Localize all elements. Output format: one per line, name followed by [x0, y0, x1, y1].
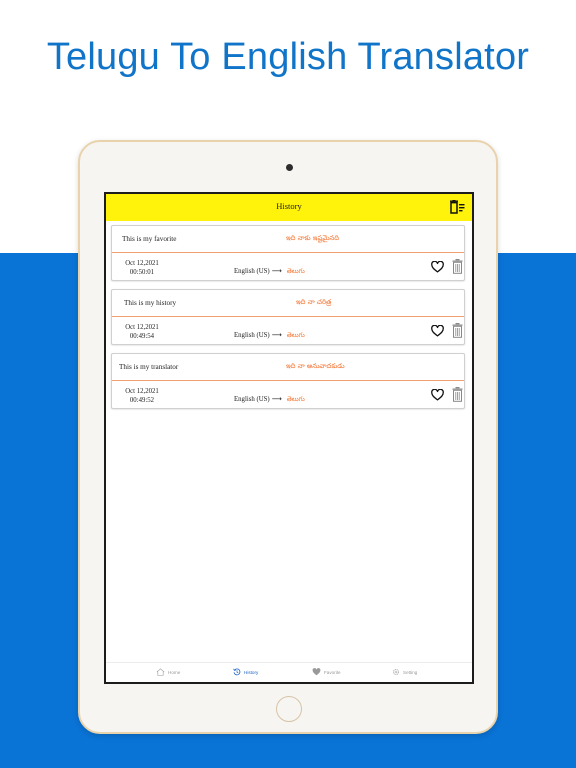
arrow-right-icon: ⟶	[271, 267, 282, 275]
nav-history-label: History	[244, 669, 259, 675]
language-pair: English (US) ⟶ తెలుగు	[234, 395, 305, 405]
camera-dot	[286, 164, 293, 171]
favorite-heart-icon[interactable]	[431, 325, 444, 337]
page-title: History	[276, 201, 302, 211]
translated-text: ఇది నాకు ఇష్టమైనది	[286, 234, 340, 242]
delete-icon[interactable]	[452, 259, 463, 274]
history-icon	[233, 668, 241, 676]
timestamp: Oct 12,2021 00:49:52	[120, 387, 164, 405]
card-header: This is my translator ఇది నా అనువాదకుడు	[112, 354, 464, 381]
gear-icon	[393, 669, 399, 675]
promo-headline: Telugu To English Translator	[46, 36, 530, 78]
source-language: English (US)	[234, 332, 270, 339]
history-card[interactable]: This is my translator ఇది నా అనువాదకుడు …	[111, 353, 465, 409]
source-text: This is my history	[124, 299, 177, 307]
app-screen: History This is my favorite ఇది నాకు ఇష్…	[104, 192, 474, 684]
nav-favorite-label: Favorite	[324, 669, 341, 675]
translated-text: ఇది నా చరిత్ర	[296, 298, 332, 306]
heart-icon	[312, 668, 321, 676]
source-text: This is my translator	[119, 363, 179, 371]
favorite-heart-icon[interactable]	[431, 261, 444, 273]
favorite-heart-icon[interactable]	[431, 389, 444, 401]
entry-time: 00:49:54	[129, 333, 155, 340]
delete-icon[interactable]	[452, 323, 463, 338]
nav-home-label: Home	[168, 669, 181, 675]
timestamp: Oct 12,2021 00:49:54	[120, 323, 164, 341]
arrow-right-icon: ⟶	[271, 331, 282, 339]
target-language: తెలుగు	[286, 267, 305, 275]
entry-date: Oct 12,2021	[125, 324, 159, 331]
nav-favorite[interactable]: Favorite	[312, 668, 341, 676]
target-language: తెలుగు	[286, 395, 305, 403]
target-language: తెలుగు	[286, 331, 305, 339]
language-pair: English (US) ⟶ తెలుగు	[234, 331, 305, 341]
nav-setting[interactable]: Setting	[392, 668, 417, 676]
entry-date: Oct 12,2021	[125, 388, 159, 395]
entry-time: 00:50:01	[129, 269, 155, 276]
source-language: English (US)	[234, 268, 270, 275]
language-pair: English (US) ⟶ తెలుగు	[234, 267, 305, 277]
entry-date: Oct 12,2021	[125, 260, 159, 267]
translated-text: ఇది నా అనువాదకుడు	[286, 362, 345, 370]
clear-history-icon[interactable]	[449, 200, 465, 214]
history-card[interactable]: This is my favorite ఇది నాకు ఇష్టమైనది O…	[111, 225, 465, 281]
card-header: This is my favorite ఇది నాకు ఇష్టమైనది	[112, 226, 464, 253]
home-button[interactable]	[276, 696, 302, 722]
timestamp: Oct 12,2021 00:50:01	[120, 259, 164, 277]
home-icon	[156, 668, 165, 676]
top-bar: History	[106, 194, 472, 221]
nav-home[interactable]: Home	[156, 668, 180, 676]
bottom-nav: Home History Favorite Setting	[106, 662, 472, 682]
nav-history[interactable]: History	[233, 668, 258, 676]
source-language: English (US)	[234, 396, 270, 403]
history-card[interactable]: This is my history ఇది నా చరిత్ర Oct 12,…	[111, 289, 465, 345]
card-header: This is my history ఇది నా చరిత్ర	[112, 290, 464, 317]
entry-time: 00:49:52	[129, 397, 155, 404]
source-text: This is my favorite	[122, 235, 177, 243]
tablet-frame: History This is my favorite ఇది నాకు ఇష్…	[78, 140, 498, 734]
nav-setting-label: Setting	[403, 669, 418, 675]
arrow-right-icon: ⟶	[271, 395, 282, 403]
delete-icon[interactable]	[452, 387, 463, 402]
